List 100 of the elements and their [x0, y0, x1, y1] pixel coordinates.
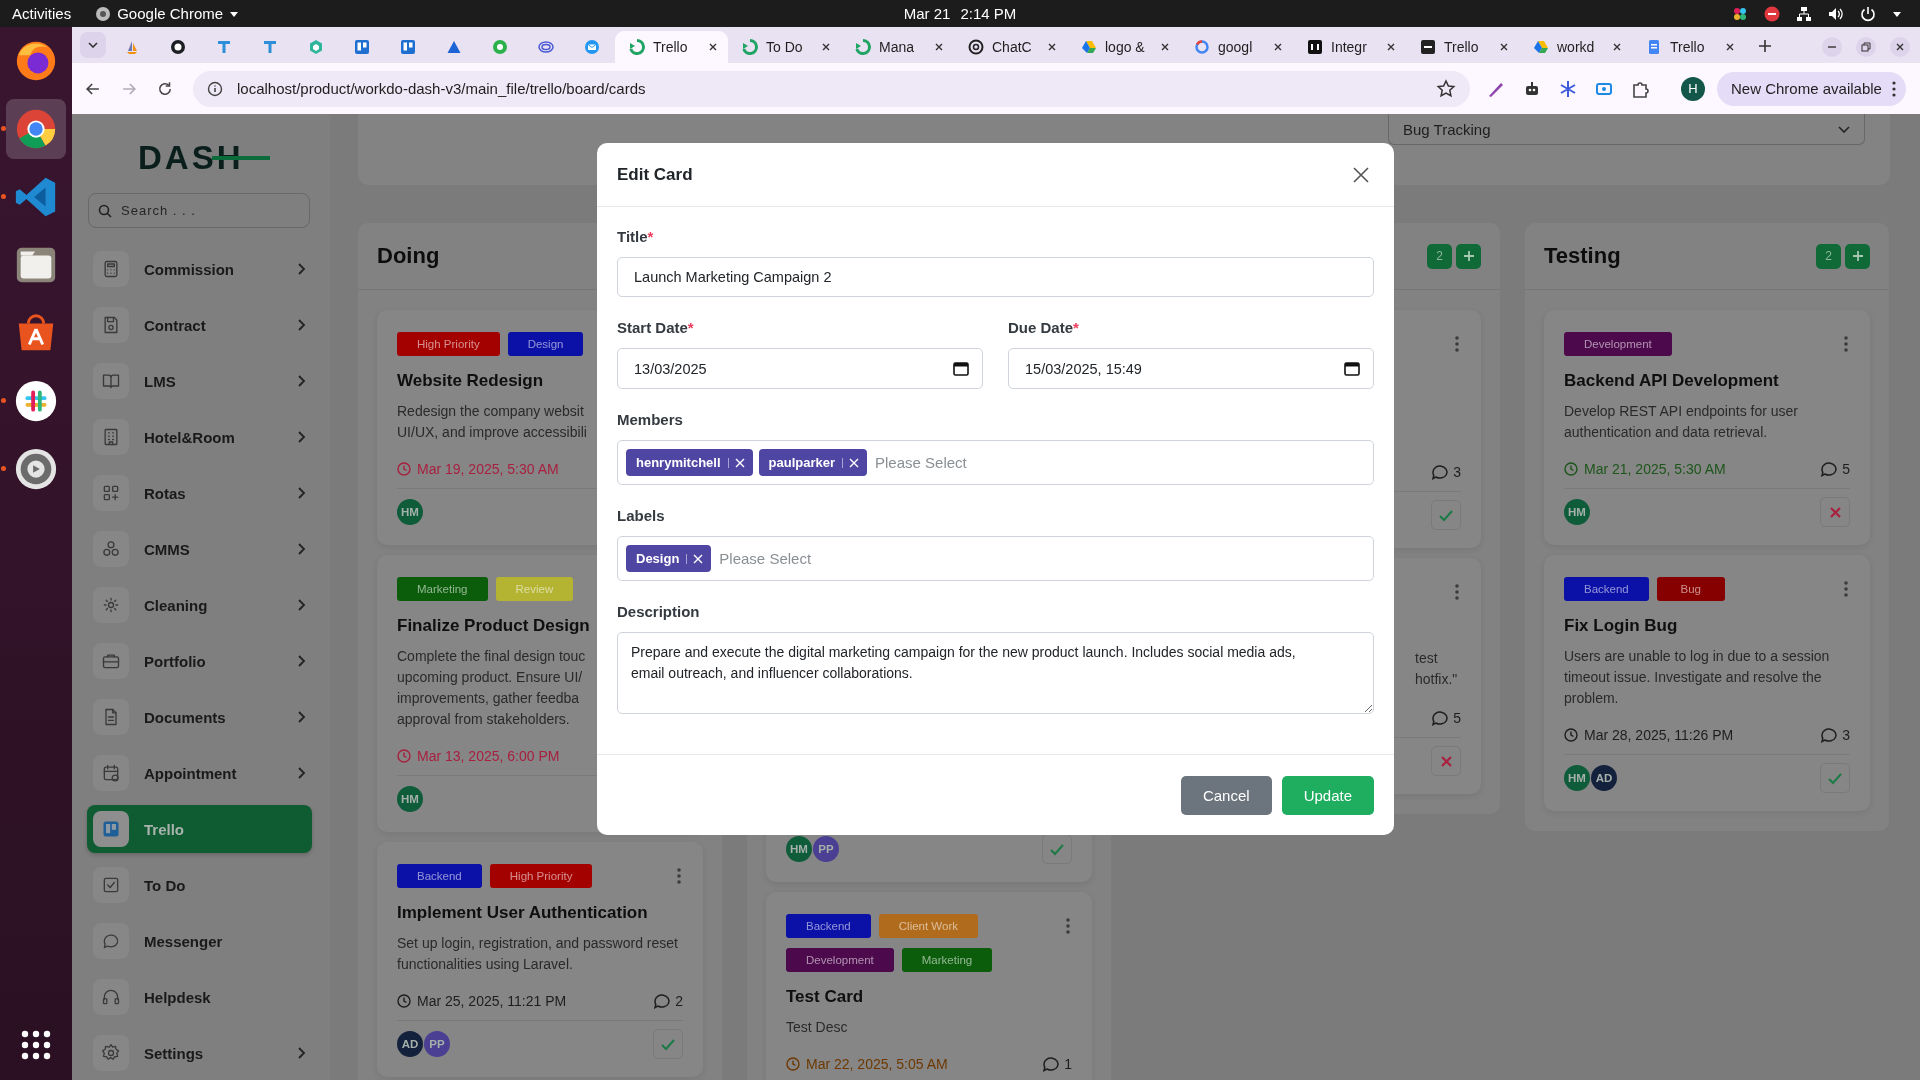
due-date: Mar 21, 2025, 5:30 AM	[1584, 461, 1726, 477]
due-date: Mar 13, 2025, 6:00 PM	[417, 748, 560, 764]
more-icon[interactable]	[1455, 336, 1459, 352]
remove-icon[interactable]	[693, 553, 704, 564]
minus-circle-icon[interactable]	[1764, 5, 1780, 22]
sidebar-item[interactable]: Trello	[87, 805, 312, 853]
browser-tab[interactable]: ChatC	[954, 31, 1067, 63]
selected-chip[interactable]: Design	[626, 545, 712, 572]
sidebar-item[interactable]: Cleaning	[87, 581, 312, 629]
browser-tab[interactable]: To Do	[728, 31, 841, 63]
selected-chip[interactable]: henrymitchell	[626, 449, 753, 476]
date-input[interactable]: 13/03/2025	[617, 348, 983, 389]
activities-button[interactable]: Activities	[12, 5, 72, 22]
sidebar-item[interactable]: Commission	[87, 245, 312, 293]
triangle-icon	[1081, 39, 1097, 55]
app-menu[interactable]: Google Chrome	[117, 5, 224, 22]
more-icon[interactable]	[1455, 584, 1459, 600]
sidebar-item[interactable]: Portfolio	[87, 637, 312, 685]
caret-icon[interactable]	[1892, 9, 1902, 18]
restore-button[interactable]	[1856, 37, 1876, 57]
sidebar-item[interactable]: Contract	[87, 301, 312, 349]
description-line: improvements, gather feedba	[397, 689, 580, 708]
check-button[interactable]	[653, 1029, 683, 1059]
check-button[interactable]	[1820, 763, 1850, 793]
power-icon[interactable]	[1860, 5, 1876, 22]
tab-search-button[interactable]	[80, 32, 106, 58]
cancel-button[interactable]: Cancel	[1180, 775, 1272, 815]
sidebar-item[interactable]: CMMS	[87, 525, 312, 573]
dock-button[interactable]	[6, 99, 66, 159]
add-card-button[interactable]	[1845, 243, 1870, 269]
clock-icon	[397, 749, 411, 763]
calendar-icon[interactable]	[953, 360, 969, 376]
close-icon[interactable]	[708, 42, 718, 52]
close-icon[interactable]	[821, 42, 831, 52]
clock-icon	[1564, 728, 1578, 742]
remove-icon[interactable]	[734, 457, 745, 468]
task-card[interactable]: Backend High Priority Implement User Authentication Set up login, registration, and password reset functionalities using Laravel. Mar 25, 2025, 11:21 PM 2 AD PP	[377, 842, 703, 1077]
text-area[interactable]: Prepare and execute the digital marketing campaign for the new product launch. Includes social media ads, email outreach, and influencer collaborations.	[617, 632, 1374, 714]
browser-tab[interactable]: googl	[1180, 31, 1293, 63]
calendar-icon[interactable]	[1344, 360, 1360, 376]
board-icon	[400, 39, 416, 55]
sidebar-item[interactable]: LMS	[87, 357, 312, 405]
close-icon[interactable]	[1047, 42, 1057, 52]
close-icon[interactable]	[1499, 42, 1509, 52]
sidebar-item[interactable]: Hotel&Room	[87, 413, 312, 461]
more-icon[interactable]	[677, 868, 681, 884]
clock-icon	[1564, 462, 1578, 476]
board-select[interactable]: Bug Tracking	[1388, 114, 1865, 145]
sidebar-item[interactable]: Documents	[87, 693, 312, 741]
add-card-button[interactable]	[1456, 243, 1481, 269]
selected-chip[interactable]: paulparker	[758, 449, 867, 476]
browser-tab[interactable]: Trello	[615, 31, 728, 63]
task-card[interactable]: Development Backend API Development Develop REST API endpoints for user authentication and data retrieval. Mar 21, 2025, 5:30 AM 5 HM	[1544, 310, 1870, 545]
check-button[interactable]	[1431, 500, 1461, 530]
browser-tab[interactable]: Mana	[841, 31, 954, 63]
close-button[interactable]	[1890, 37, 1910, 57]
headset-icon	[93, 979, 129, 1015]
task-card[interactable]: Backend Client Work Development Marketing Test Card Test Desc Mar 22, 2025, 5:05 AM 1	[766, 892, 1092, 1080]
task-card[interactable]: Backend Bug Fix Login Bug Users are unable to log in due to a session timeout issue. Investigate and resolve the problem. Mar 28, 2025, 11:26 PM 3 HM AD	[1544, 555, 1870, 811]
more-icon[interactable]	[1844, 581, 1848, 597]
sidebar-item[interactable]: Helpdesk	[87, 973, 312, 1021]
update-button[interactable]: New Chrome available	[1717, 71, 1906, 106]
close-icon[interactable]	[1612, 42, 1622, 52]
field-label: Description	[617, 602, 700, 622]
network-icon[interactable]	[1796, 5, 1812, 22]
browser-tab[interactable]: Integr	[1293, 31, 1406, 63]
close-icon[interactable]	[1160, 42, 1170, 52]
close-icon[interactable]	[1386, 42, 1396, 52]
browser-tab[interactable]: Trello	[1406, 31, 1519, 63]
date-input[interactable]: 15/03/2025, 15:49	[1008, 348, 1374, 389]
sidebar-item[interactable]: Rotas	[87, 469, 312, 517]
more-icon[interactable]	[1066, 918, 1070, 934]
sidebar-item[interactable]: To Do	[87, 861, 312, 909]
address-bar[interactable]: localhost/product/workdo-dash-v3/main_file/trello/board/cards	[193, 70, 1470, 107]
settings-icon	[93, 1035, 129, 1071]
browser-tab[interactable]: workd	[1519, 31, 1632, 63]
apps-grid-icon[interactable]	[21, 1030, 51, 1060]
minimize-button[interactable]	[1822, 37, 1842, 57]
close-icon[interactable]	[934, 42, 944, 52]
search-field[interactable]: Search . . .	[88, 193, 310, 228]
remove-icon[interactable]	[849, 457, 859, 468]
sidebar-item[interactable]: Appointment	[87, 749, 312, 797]
browser-tab[interactable]: Trello	[1632, 31, 1745, 63]
dots-icon[interactable]	[1732, 5, 1748, 22]
browser-tab[interactable]: logo &	[1067, 31, 1180, 63]
field-label: Members	[617, 410, 683, 430]
multi-select-field[interactable]: henrymitchell paulparker Please Select	[617, 440, 1374, 485]
hexagon-icon	[308, 39, 324, 55]
multi-select-field[interactable]: Design Please Select	[617, 536, 1374, 581]
close-icon[interactable]	[1273, 42, 1283, 52]
sidebar-item[interactable]: Settings	[87, 1029, 312, 1077]
profile-avatar[interactable]: H	[1681, 76, 1705, 101]
comment-icon	[1820, 727, 1839, 743]
more-icon[interactable]	[1844, 336, 1848, 352]
envelope-icon	[584, 39, 600, 55]
close-icon[interactable]	[1725, 42, 1735, 52]
info-icon[interactable]	[207, 80, 223, 97]
text-input[interactable]: Launch Marketing Campaign 2	[617, 257, 1374, 297]
bookmark-star-icon[interactable]	[1436, 78, 1456, 99]
sidebar-item[interactable]: Messenger	[87, 917, 312, 965]
